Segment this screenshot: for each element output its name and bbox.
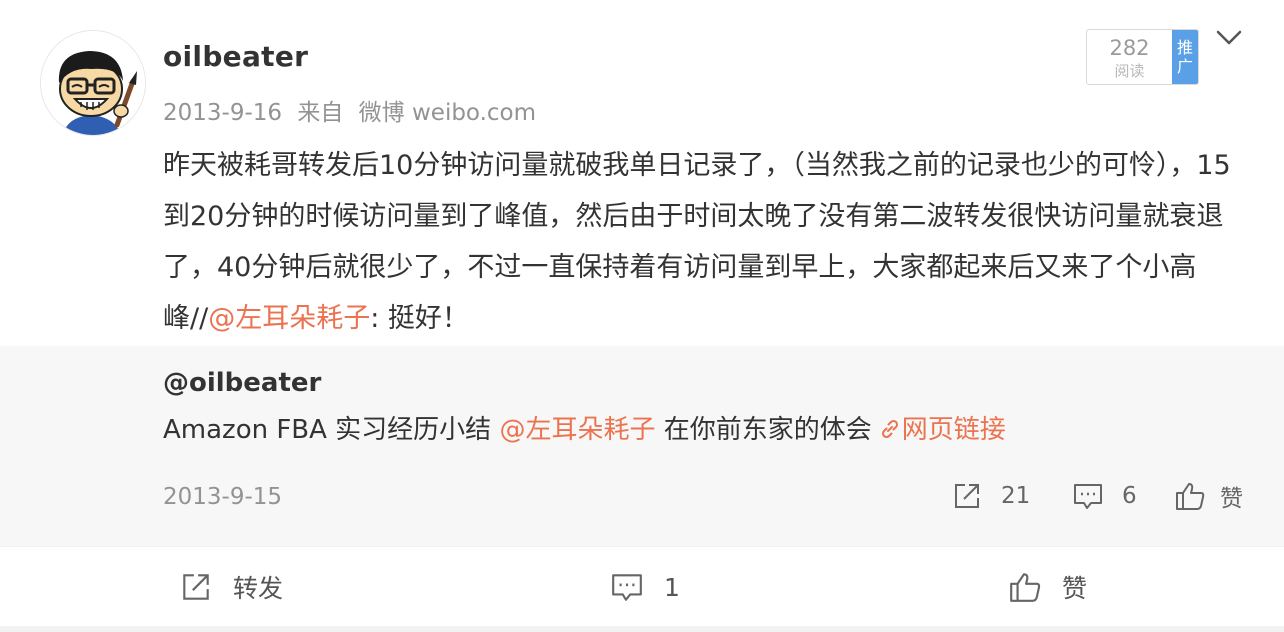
post-mention[interactable]: @左耳朵耗子 bbox=[208, 303, 370, 334]
post-date[interactable]: 2013-9-16 bbox=[163, 100, 282, 126]
post-source[interactable]: 微博 weibo.com bbox=[359, 100, 536, 126]
comment-count: 1 bbox=[664, 572, 680, 602]
thumbs-up-icon bbox=[1176, 483, 1205, 510]
promote-button[interactable]: 推广 bbox=[1172, 30, 1198, 84]
card-bottom-edge bbox=[0, 626, 1284, 632]
repost-label: 转发 bbox=[233, 574, 284, 603]
original-text-tail: 在你前东家的体会 bbox=[655, 415, 872, 445]
like-button[interactable]: 赞 bbox=[1008, 569, 1087, 605]
comment-icon bbox=[612, 574, 642, 601]
web-link[interactable]: 网页链接 bbox=[902, 415, 1006, 445]
share-icon bbox=[955, 484, 979, 508]
original-comment-button[interactable]: 6 bbox=[1072, 480, 1137, 512]
original-like-label: 赞 bbox=[1220, 486, 1243, 512]
original-text-main: Amazon FBA 实习经历小结 bbox=[163, 415, 500, 445]
original-repost-count: 21 bbox=[1001, 483, 1031, 509]
original-mention[interactable]: @左耳朵耗子 bbox=[499, 415, 655, 445]
comment-button[interactable]: 1 bbox=[610, 569, 680, 605]
action-bar: 转发 1 赞 bbox=[0, 546, 1284, 627]
read-label: 阅读 bbox=[1114, 62, 1145, 80]
link-icon[interactable] bbox=[878, 413, 902, 453]
repost-button[interactable]: 转发 bbox=[179, 569, 283, 605]
original-repost-button[interactable]: 21 bbox=[951, 480, 1030, 512]
post-text-tail: : 挺好！ bbox=[370, 303, 469, 334]
read-count-badge: 282 阅读 推广 bbox=[1086, 29, 1199, 85]
reposted-original[interactable]: @oilbeater Amazon FBA 实习经历小结 @左耳朵耗子 在你前东… bbox=[0, 346, 1284, 546]
original-text: Amazon FBA 实习经历小结 @左耳朵耗子 在你前东家的体会 网页链接 bbox=[163, 410, 1006, 453]
thumbs-up-icon bbox=[1010, 573, 1041, 602]
comment-icon bbox=[1074, 484, 1102, 509]
post-text: 昨天被耗哥转发后10分钟访问量就破我单日记录了，（当然我之前的记录也少的可怜），… bbox=[163, 140, 1253, 344]
post-source-prefix: 来自 bbox=[297, 100, 344, 126]
original-like-button[interactable]: 赞 bbox=[1174, 480, 1243, 512]
post-username[interactable]: oilbeater bbox=[163, 40, 308, 73]
avatar[interactable] bbox=[40, 30, 146, 136]
chevron-down-icon[interactable] bbox=[1214, 28, 1244, 48]
read-count: 282 bbox=[1109, 36, 1150, 60]
like-label: 赞 bbox=[1062, 574, 1088, 603]
post-meta: 2013-9-16 来自 微博 weibo.com bbox=[163, 93, 544, 127]
original-username[interactable]: @oilbeater bbox=[163, 368, 321, 398]
share-icon bbox=[183, 574, 209, 600]
original-comment-count: 6 bbox=[1122, 483, 1137, 509]
avatar-cartoon-icon bbox=[41, 31, 145, 135]
original-date[interactable]: 2013-9-15 bbox=[163, 484, 282, 510]
